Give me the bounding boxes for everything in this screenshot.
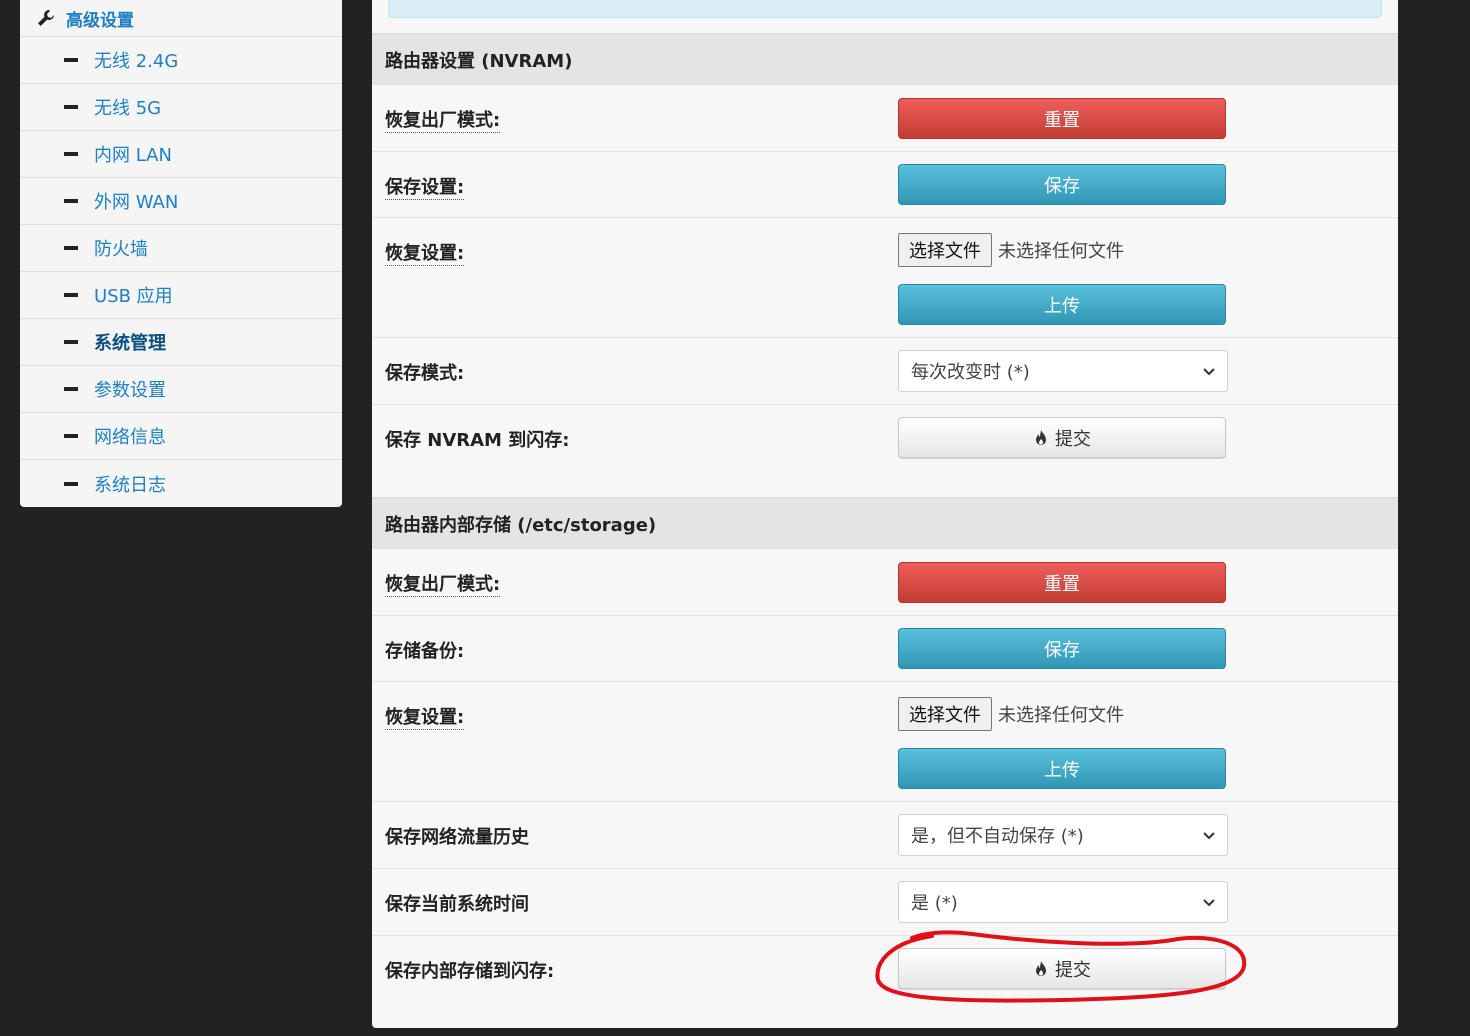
nvram-factory-row: 恢复出厂模式: 重置 [372,85,1398,152]
storage-factory-label: 恢复出厂模式: [385,570,501,597]
info-alert [388,0,1382,18]
fire-icon [1033,429,1049,447]
nvram-restore-row: 恢复设置: 选择文件 未选择任何文件 上传 [372,218,1398,338]
sidebar-header-label: 高级设置 [66,10,134,31]
nvram-save-button[interactable]: 保存 [898,164,1226,205]
select-value: 是 (*) [911,893,958,914]
sidebar-item-wireless-5g[interactable]: 无线 5G [20,84,342,131]
dash-icon [64,387,78,391]
chevron-down-icon [1203,832,1215,840]
select-value: 每次改变时 (*) [911,362,1030,383]
nvram-section-title: 路由器设置 (NVRAM) [372,33,1398,85]
sidebar-item-wan[interactable]: 外网 WAN [20,178,342,225]
no-file-text: 未选择任何文件 [998,705,1124,726]
chevron-down-icon [1203,368,1215,376]
sidebar-item-system-log[interactable]: 系统日志 [20,460,342,507]
sidebar-item-system-admin[interactable]: 系统管理 [20,319,342,366]
wrench-icon [36,7,58,29]
commit-button-label: 提交 [1055,959,1091,981]
storage-time-row: 保存当前系统时间 是 (*) [372,869,1398,936]
storage-traffic-select[interactable]: 是，但不自动保存 (*) [898,814,1228,856]
sidebar-header[interactable]: 高级设置 [20,0,342,37]
dash-icon [64,152,78,156]
main-panel: 路由器设置 (NVRAM) 恢复出厂模式: 重置 保存设置: 保存 恢复设置: … [372,0,1398,1028]
nvram-file-input[interactable]: 选择文件 未选择任何文件 [898,233,1124,267]
nvram-save-mode-label: 保存模式: [385,363,465,384]
nvram-factory-label: 恢复出厂模式: [385,106,501,133]
dash-icon [64,105,78,109]
sidebar-item-wireless-24g[interactable]: 无线 2.4G [20,37,342,84]
commit-button-label: 提交 [1055,428,1091,450]
storage-backup-label: 存储备份: [385,641,465,662]
nvram-commit-button[interactable]: 提交 [898,417,1226,458]
dash-icon [64,58,78,62]
storage-backup-row: 存储备份: 保存 [372,616,1398,682]
fire-icon [1033,960,1049,978]
storage-upload-button[interactable]: 上传 [898,748,1226,789]
storage-restore-row: 恢复设置: 选择文件 未选择任何文件 上传 [372,682,1398,802]
chevron-down-icon [1203,899,1215,907]
storage-commit-button[interactable]: 提交 [898,948,1226,989]
dash-icon [64,340,78,344]
dash-icon [64,293,78,297]
sidebar-item-parameters[interactable]: 参数设置 [20,366,342,413]
nvram-save-mode-select[interactable]: 每次改变时 (*) [898,350,1228,392]
storage-factory-row: 恢复出厂模式: 重置 [372,549,1398,616]
nvram-save-row: 保存设置: 保存 [372,152,1398,218]
storage-traffic-label: 保存网络流量历史 [385,827,529,848]
sidebar-item-network-info[interactable]: 网络信息 [20,413,342,460]
storage-save-button[interactable]: 保存 [898,628,1226,669]
no-file-text: 未选择任何文件 [998,241,1124,262]
sidebar: 高级设置 无线 2.4G 无线 5G 内网 LAN 外网 WAN 防火墙 USB… [20,0,342,507]
storage-file-input[interactable]: 选择文件 未选择任何文件 [898,697,1124,731]
sidebar-item-firewall[interactable]: 防火墙 [20,225,342,272]
dash-icon [64,246,78,250]
storage-reset-button[interactable]: 重置 [898,562,1226,603]
sidebar-item-usb[interactable]: USB 应用 [20,272,342,319]
storage-commit-row: 保存内部存储到闪存: 提交 [372,936,1398,1028]
nvram-reset-button[interactable]: 重置 [898,98,1226,139]
nvram-upload-button[interactable]: 上传 [898,284,1226,325]
storage-time-label: 保存当前系统时间 [385,894,529,915]
nvram-commit-row: 保存 NVRAM 到闪存: 提交 [372,405,1398,497]
storage-traffic-row: 保存网络流量历史 是，但不自动保存 (*) [372,802,1398,869]
storage-restore-label: 恢复设置: [385,703,465,730]
dash-icon [64,199,78,203]
storage-section-title: 路由器内部存储 (/etc/storage) [372,497,1398,549]
storage-commit-label: 保存内部存储到闪存: [385,961,555,982]
nvram-restore-label: 恢复设置: [385,239,465,266]
nvram-save-label: 保存设置: [385,173,465,200]
choose-file-button[interactable]: 选择文件 [898,697,992,731]
choose-file-button[interactable]: 选择文件 [898,233,992,267]
dash-icon [64,481,78,486]
storage-time-select[interactable]: 是 (*) [898,881,1228,923]
nvram-commit-label: 保存 NVRAM 到闪存: [385,430,570,451]
nvram-save-mode-row: 保存模式: 每次改变时 (*) [372,338,1398,405]
sidebar-item-lan[interactable]: 内网 LAN [20,131,342,178]
select-value: 是，但不自动保存 (*) [911,826,1084,847]
dash-icon [64,434,78,438]
